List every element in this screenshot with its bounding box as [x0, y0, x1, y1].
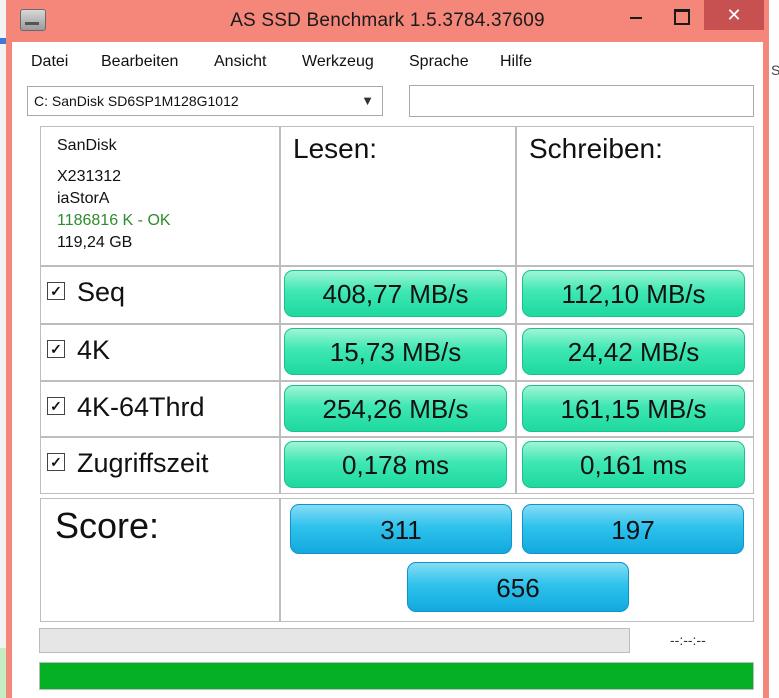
- results-grid: SanDisk X231312 iaStorA 1186816 K - OK 1…: [40, 126, 754, 622]
- menu-werkzeug[interactable]: Werkzeug: [302, 53, 374, 71]
- menu-ansicht[interactable]: Ansicht: [214, 53, 266, 71]
- minimize-icon: [630, 17, 642, 19]
- drive-info-panel: SanDisk X231312 iaStorA 1186816 K - OK 1…: [40, 126, 280, 266]
- test-row-seq: ✓ Seq: [40, 266, 280, 324]
- 4k-read-result: 15,73 MB/s: [284, 328, 507, 375]
- test-progress-bar: [39, 628, 630, 653]
- score-label: Score:: [55, 505, 160, 546]
- score-total: 656: [407, 562, 629, 612]
- test-row-4k-64thrd: ✓ 4K-64Thrd: [40, 381, 280, 437]
- drive-select[interactable]: C: SanDisk SD6SP1M128G1012 ▼: [27, 86, 383, 116]
- access-time-checkbox[interactable]: ✓: [47, 452, 65, 471]
- access-time-read-cell: 0,178 ms: [280, 437, 516, 494]
- read-column-header: Lesen:: [280, 126, 516, 266]
- 4k-64thrd-checkbox[interactable]: ✓: [47, 396, 65, 415]
- test-row-access-time: ✓ Zugriffszeit: [40, 437, 280, 494]
- write-heading: Schreiben:: [529, 133, 663, 164]
- seq-read-result: 408,77 MB/s: [284, 270, 507, 317]
- background-text: S: [771, 62, 779, 78]
- 4k-64thrd-write-result: 161,15 MB/s: [522, 385, 745, 432]
- score-read: 311: [290, 504, 512, 554]
- score-panel: 311 197 656: [280, 498, 754, 622]
- 4k-64thrd-read-result: 254,26 MB/s: [284, 385, 507, 432]
- menu-datei[interactable]: Datei: [31, 53, 68, 71]
- test-label-seq[interactable]: ✓ Seq: [47, 277, 125, 308]
- test-label-4k[interactable]: ✓ 4K: [47, 335, 110, 366]
- drive-alignment-status: 1186816 K - OK: [57, 212, 171, 229]
- score-label-cell: Score:: [40, 498, 280, 622]
- 4k-label: 4K: [77, 335, 111, 365]
- 4k-write-cell: 24,42 MB/s: [516, 324, 754, 381]
- overall-progress-fill: [40, 663, 753, 689]
- client-area: Datei Bearbeiten Ansicht Werkzeug Sprach…: [12, 42, 763, 698]
- chevron-down-icon[interactable]: ▼: [361, 87, 374, 115]
- maximize-icon: [674, 9, 690, 25]
- seq-write-cell: 112,10 MB/s: [516, 266, 754, 324]
- menu-bearbeiten[interactable]: Bearbeiten: [101, 53, 178, 71]
- 4k-checkbox[interactable]: ✓: [47, 339, 65, 358]
- test-label-access-time[interactable]: ✓ Zugriffszeit: [47, 448, 209, 479]
- secondary-drive-field[interactable]: [409, 85, 754, 117]
- drive-vendor: SanDisk: [57, 137, 117, 154]
- test-row-4k: ✓ 4K: [40, 324, 280, 381]
- 4k-64thrd-label: 4K-64Thrd: [77, 392, 205, 422]
- menu-sprache[interactable]: Sprache: [409, 53, 469, 71]
- drive-driver: iaStorA: [57, 190, 110, 207]
- minimize-button[interactable]: [612, 0, 658, 34]
- elapsed-time: --:--:--: [670, 632, 706, 648]
- access-time-read-result: 0,178 ms: [284, 441, 507, 488]
- title-bar[interactable]: AS SSD Benchmark 1.5.3784.37609 ✕: [6, 0, 769, 42]
- drive-capacity: 119,24 GB: [57, 234, 133, 251]
- 4k-write-result: 24,42 MB/s: [522, 328, 745, 375]
- menu-hilfe[interactable]: Hilfe: [500, 53, 532, 71]
- app-window: AS SSD Benchmark 1.5.3784.37609 ✕ Datei …: [6, 0, 769, 698]
- drive-select-value: C: SanDisk SD6SP1M128G1012: [34, 93, 239, 109]
- drive-firmware: X231312: [57, 168, 122, 185]
- background-app-edge-right: S: [769, 0, 779, 698]
- overall-progress-bar: [39, 662, 754, 690]
- seq-label: Seq: [77, 277, 126, 307]
- test-label-4k-64thrd[interactable]: ✓ 4K-64Thrd: [47, 392, 205, 423]
- seq-checkbox[interactable]: ✓: [47, 281, 65, 300]
- write-column-header: Schreiben:: [516, 126, 754, 266]
- close-button[interactable]: ✕: [704, 0, 764, 30]
- access-time-write-result: 0,161 ms: [522, 441, 745, 488]
- access-time-write-cell: 0,161 ms: [516, 437, 754, 494]
- seq-write-result: 112,10 MB/s: [522, 270, 745, 317]
- close-icon: ✕: [726, 5, 742, 25]
- access-time-label: Zugriffszeit: [77, 448, 209, 478]
- score-write: 197: [522, 504, 744, 554]
- 4k-64thrd-read-cell: 254,26 MB/s: [280, 381, 516, 437]
- read-heading: Lesen:: [293, 133, 378, 164]
- 4k-64thrd-write-cell: 161,15 MB/s: [516, 381, 754, 437]
- menu-bar: Datei Bearbeiten Ansicht Werkzeug Sprach…: [12, 42, 763, 80]
- 4k-read-cell: 15,73 MB/s: [280, 324, 516, 381]
- seq-read-cell: 408,77 MB/s: [280, 266, 516, 324]
- maximize-button[interactable]: [658, 0, 704, 34]
